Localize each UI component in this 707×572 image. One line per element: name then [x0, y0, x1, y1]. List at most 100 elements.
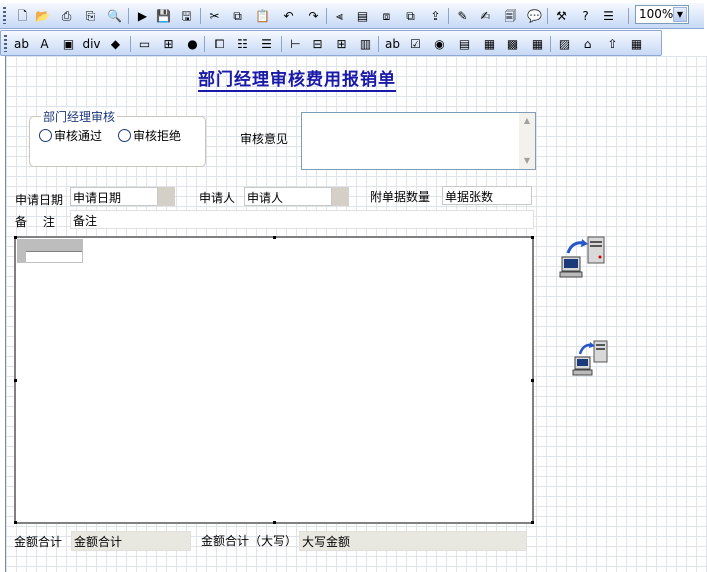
textbox-icon[interactable]: ab	[13, 35, 30, 52]
upload-icon[interactable]: ⇧	[604, 35, 621, 52]
div-icon[interactable]: div	[82, 35, 100, 52]
zoom-select[interactable]: 100% ▼	[635, 5, 689, 24]
toolbar-separator	[448, 8, 449, 24]
chart-icon[interactable]: ●	[184, 35, 201, 52]
toolbar-separator	[200, 8, 201, 24]
resize-handle[interactable]	[531, 379, 534, 382]
checkbox-icon[interactable]: ☑	[407, 35, 424, 52]
save-icon[interactable]: 💾	[155, 7, 172, 24]
radio-approve-label: 审核通过	[54, 129, 103, 143]
radio-approve[interactable]: 审核通过	[39, 127, 102, 144]
resize-handle[interactable]	[14, 521, 17, 524]
chevron-down-icon[interactable]: ▼	[673, 7, 687, 22]
split-icon[interactable]: ▥	[357, 35, 374, 52]
help-icon[interactable]: ?	[577, 7, 594, 24]
find-icon[interactable]: 🔍	[106, 7, 123, 24]
bring-front-icon[interactable]: ⧈	[378, 7, 395, 24]
panel-icon[interactable]: ▭	[136, 35, 153, 52]
apply-date-input[interactable]: 申请日期	[70, 187, 158, 206]
radio-circle-icon[interactable]	[39, 129, 52, 142]
tree-icon[interactable]: ⊢	[287, 35, 304, 52]
apply-date-label: 申请日期	[15, 193, 64, 207]
scroll-down-icon[interactable]: ▼	[519, 153, 535, 169]
properties-icon[interactable]: ▤	[354, 7, 371, 24]
remark-input[interactable]: 备注	[70, 210, 534, 229]
total-input[interactable]: 金额合计	[71, 531, 191, 551]
toolbar-grip[interactable]	[3, 7, 6, 24]
toolbar-separator	[628, 8, 629, 24]
print-icon[interactable]: ⎙	[58, 7, 75, 24]
data-source-icon[interactable]	[558, 233, 610, 281]
message-icon[interactable]: 💬	[526, 7, 543, 24]
date-picker-button[interactable]	[158, 187, 175, 206]
total-upper-input[interactable]: 大写金额	[299, 531, 527, 551]
toolbar-separator	[378, 36, 379, 52]
radio-icon[interactable]: ◉	[431, 35, 448, 52]
picture-icon[interactable]: ▨	[556, 35, 573, 52]
align-left-icon[interactable]: ⫷	[331, 7, 348, 24]
textarea-scrollbar[interactable]: ▲ ▼	[519, 113, 535, 169]
zoom-value: 100%	[639, 7, 674, 21]
review-group-legend: 部门经理审核	[41, 108, 118, 125]
grid-icon[interactable]: ⊞	[333, 35, 350, 52]
remark-label: 备 注	[15, 215, 55, 229]
resize-handle[interactable]	[273, 236, 276, 239]
radio-circle-icon[interactable]	[118, 129, 131, 142]
data-source-icon[interactable]	[572, 337, 612, 379]
resize-handle[interactable]	[273, 521, 276, 524]
paste-icon[interactable]: 📋	[254, 7, 271, 24]
listbox-icon[interactable]: ▤	[456, 35, 473, 52]
radio-reject[interactable]: 审核拒绝	[118, 127, 181, 144]
tools-icon[interactable]: ⚒	[553, 7, 570, 24]
new-icon[interactable]: 🗋	[14, 7, 31, 24]
toolbar-icon[interactable]: ▦	[529, 35, 546, 52]
main-toolbar: 🗋 📂 ⎙ ⎘ 🔍 ▶ 💾 🖫 ✂ ⧉ 📋 ↶ ↷ ⫷ ▤ ⧈ ⧉ ⇪ ✎ ✍ 🗐 💬 ⚒? ☰ 100% ▼	[0, 3, 704, 29]
toolbar-separator	[550, 36, 551, 52]
attachments-input[interactable]: 单据张数	[442, 186, 532, 205]
grid-row-selector[interactable]	[17, 251, 83, 263]
page-setup-icon[interactable]: 🗐	[502, 7, 519, 24]
label-icon[interactable]: A	[36, 35, 53, 52]
datagrid-icon[interactable]: ▩	[504, 35, 521, 52]
print-preview-icon[interactable]: ⎘	[82, 7, 99, 24]
scroll-up-icon[interactable]: ▲	[519, 113, 535, 129]
open-icon[interactable]: 📂	[34, 7, 51, 24]
columns-icon[interactable]: ☷	[234, 35, 251, 52]
resize-handle[interactable]	[531, 236, 534, 239]
network-icon[interactable]: ▦	[628, 35, 645, 52]
list-icon[interactable]: ☰	[600, 7, 617, 24]
script-icon[interactable]: ✍	[477, 7, 494, 24]
home-icon[interactable]: ⌂	[579, 35, 596, 52]
cut-icon[interactable]: ✂	[206, 7, 223, 24]
applicant-picker-button[interactable]	[332, 187, 349, 206]
toolbar-separator	[547, 8, 548, 24]
rows-icon[interactable]: ☰	[258, 35, 275, 52]
image-icon[interactable]: ▣	[60, 35, 77, 52]
radio-reject-label: 审核拒绝	[133, 129, 182, 143]
shape-icon[interactable]: ◆	[107, 35, 124, 52]
save-all-icon[interactable]: 🖫	[178, 7, 195, 24]
resize-handle[interactable]	[14, 236, 17, 239]
run-icon[interactable]: ▶	[134, 7, 151, 24]
resize-handle[interactable]	[14, 379, 17, 382]
toolbar-separator	[281, 36, 282, 52]
toolbar-grip[interactable]	[4, 35, 7, 52]
grid-row-marker	[17, 251, 26, 262]
export-icon[interactable]: ⇪	[427, 7, 444, 24]
input-icon[interactable]: ab	[384, 35, 401, 52]
combobox-icon[interactable]: ▦	[481, 35, 498, 52]
detail-grid[interactable]	[14, 236, 534, 524]
toolbar-separator	[128, 8, 129, 24]
send-back-icon[interactable]: ⧉	[402, 7, 419, 24]
frame-icon[interactable]: ⊞	[160, 35, 177, 52]
edit-icon[interactable]: ✎	[454, 7, 471, 24]
copy-icon[interactable]: ⧉	[229, 7, 246, 24]
resize-handle[interactable]	[531, 521, 534, 524]
applicant-label: 申请人	[199, 191, 236, 205]
review-comment-textarea[interactable]: ▲ ▼	[301, 112, 536, 170]
undo-icon[interactable]: ↶	[280, 7, 297, 24]
table-icon[interactable]: ⊟	[309, 35, 326, 52]
redo-icon[interactable]: ↷	[305, 7, 322, 24]
applicant-input[interactable]: 申请人	[244, 187, 332, 206]
spinner-icon[interactable]: ⧠	[211, 35, 228, 52]
